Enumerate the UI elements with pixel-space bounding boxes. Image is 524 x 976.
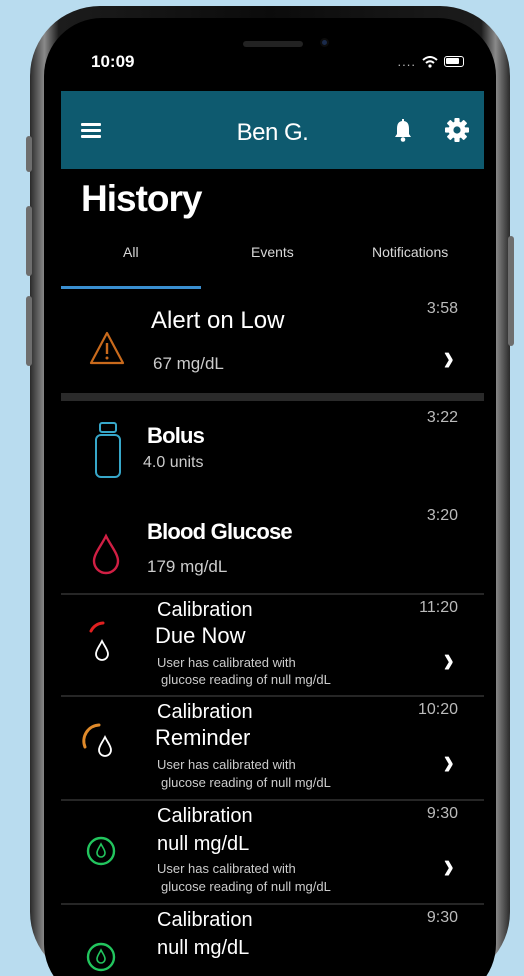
warning-triangle-icon: [89, 331, 125, 365]
list-item-bolus[interactable]: Bolus 4.0 units 3:22: [61, 401, 484, 491]
volume-down-button: [26, 296, 32, 366]
item-time: 11:20: [419, 599, 458, 616]
item-time: 3:22: [426, 409, 458, 426]
status-icons: ....: [398, 54, 464, 69]
list-item-calibration-null[interactable]: Calibration null mg/dL User has calibrat…: [61, 799, 484, 903]
page-title: History: [81, 178, 202, 219]
status-time: 10:09: [91, 52, 135, 71]
list-item-alert-low[interactable]: Alert on Low 67 mg/dL 3:58 ›: [61, 293, 484, 393]
item-note: glucose reading of null mg/dL: [161, 775, 331, 790]
bell-icon[interactable]: [392, 119, 414, 143]
wifi-icon: [422, 55, 438, 68]
power-button: [508, 236, 514, 346]
item-time: 9:30: [426, 909, 458, 926]
list-item-calibration-reminder[interactable]: Calibration Reminder User has calibrated…: [61, 695, 484, 799]
list-item-calibration-due[interactable]: Calibration Due Now User has calibrated …: [61, 593, 484, 695]
app-header: Ben G.: [61, 91, 484, 169]
item-title: Bolus: [147, 423, 205, 448]
volume-up-button: [26, 206, 32, 276]
item-title: Blood Glucose: [147, 519, 293, 544]
item-value: 67 mg/dL: [153, 354, 224, 373]
item-note: User has calibrated with: [157, 757, 296, 772]
insulin-vial-icon: [95, 422, 121, 478]
tab-all[interactable]: All: [123, 244, 139, 260]
item-title: Alert on Low: [151, 307, 285, 334]
signal-icon: ....: [397, 54, 416, 69]
item-title: Calibration: [157, 701, 253, 723]
calibration-due-icon: [89, 621, 109, 661]
item-title: Calibration: [157, 599, 253, 621]
divider: [61, 393, 484, 401]
chevron-right-icon[interactable]: ›: [443, 739, 454, 783]
gear-icon[interactable]: [444, 117, 470, 143]
item-note: glucose reading of null mg/dL: [161, 672, 331, 687]
item-subtitle: Due Now: [155, 623, 246, 648]
list-item-blood-glucose[interactable]: Blood Glucose 179 mg/dL 3:20: [61, 491, 484, 593]
item-time: 10:20: [417, 701, 458, 718]
chevron-right-icon[interactable]: ›: [443, 335, 454, 379]
item-title: Calibration: [157, 805, 253, 827]
blood-drop-icon: [92, 533, 120, 575]
item-time: 9:30: [426, 805, 458, 822]
item-value: 179 mg/dL: [147, 557, 228, 576]
speaker: [243, 41, 303, 47]
history-tabs: All Events Notifications: [61, 244, 484, 290]
item-note: User has calibrated with: [157, 861, 296, 876]
calibration-ok-icon: [86, 942, 116, 972]
item-title: Calibration: [157, 909, 253, 931]
chevron-right-icon[interactable]: ›: [443, 637, 454, 681]
item-time: 3:20: [426, 507, 458, 524]
front-camera: [320, 38, 329, 47]
list-item-calibration-null[interactable]: Calibration null mg/dL 9:30: [61, 903, 484, 976]
item-time: 3:58: [426, 300, 458, 317]
chevron-right-icon[interactable]: ›: [443, 843, 454, 887]
item-value: 4.0 units: [143, 454, 204, 471]
item-subtitle: null mg/dL: [157, 937, 250, 959]
calibration-reminder-icon: [82, 723, 112, 757]
tab-indicator: [61, 286, 201, 289]
app-screen: 10:09 .... Ben G. History All Events Not…: [61, 24, 484, 976]
calibration-ok-icon: [86, 836, 116, 866]
item-note: glucose reading of null mg/dL: [161, 879, 331, 894]
tab-notifications[interactable]: Notifications: [372, 244, 448, 260]
item-subtitle: null mg/dL: [157, 833, 250, 855]
mute-switch: [26, 136, 32, 172]
battery-icon: [444, 56, 464, 67]
user-name-title: Ben G.: [236, 119, 309, 146]
tab-events[interactable]: Events: [251, 244, 294, 260]
item-note: User has calibrated with: [157, 655, 296, 670]
item-subtitle: Reminder: [155, 725, 251, 750]
